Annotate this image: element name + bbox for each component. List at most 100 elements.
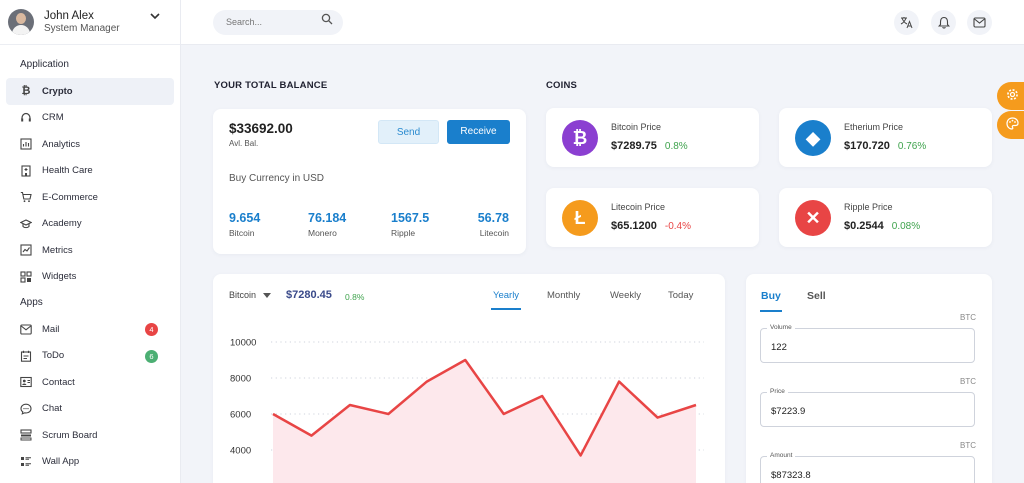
amount-field[interactable]: Amount $87323.8 [760,452,975,483]
coins-title: COINS [546,80,578,91]
section-title-application: Application [20,59,69,70]
coin-change: 0.8% [664,141,688,152]
balance-amount: $33692.00 [229,121,293,136]
hospital-icon [20,165,32,177]
coin-change: -0.4% [664,221,692,232]
price-chart-card: Bitcoin $7280.45 0.8% Yearly Monthly Wee… [213,274,725,483]
gear-icon [1006,88,1019,104]
currency-value: 56.78 [477,211,509,225]
price-label: Price [767,388,788,395]
contact-icon [20,376,32,388]
sidebar-item-analytics[interactable]: Analytics [6,131,174,158]
volume-label: Volume [767,324,795,331]
coin-card[interactable]: ◆ Etherium Price $170.720 0.76% [779,108,992,167]
sidebar-item-label: Scrum Board [42,429,98,441]
sidebar-item-mail[interactable]: Mail 4 [6,316,174,343]
sidebar-item-label: CRM [42,112,64,124]
coin-price-value: $7289.75 [611,140,657,152]
palette-icon [1005,117,1019,133]
profile-role: System Manager [44,23,120,34]
cart-icon [20,191,32,203]
sidebar-item-crypto[interactable]: ₿ Crypto [6,78,174,105]
send-button[interactable]: Send [378,120,439,144]
bell-icon[interactable] [931,10,956,35]
sidebar-item-label: Health Care [42,165,93,177]
sidebar-item-scrum-board[interactable]: Scrum Board [6,422,174,449]
balance-card: $33692.00 Avl. Bal. Send Receive Buy Cur… [213,109,526,254]
theme-fab[interactable] [997,111,1024,139]
sidebar-item-health-care[interactable]: Health Care [6,158,174,185]
sidebar-item-academy[interactable]: Academy [6,211,174,238]
coin-card[interactable]: ✕ Ripple Price $0.2544 0.08% [779,188,992,247]
search-placeholder: Search... [226,17,263,27]
settings-fab[interactable] [997,82,1024,110]
sidebar-item-e-commerce[interactable]: E-Commerce [6,184,174,211]
coin-name: Ripple Price [844,202,893,212]
ethereum-icon: ◆ [795,120,831,156]
y-tick-label: 10000 [230,338,256,349]
sidebar-item-contact[interactable]: Contact [6,369,174,396]
mail-icon[interactable] [967,10,992,35]
sidebar-item-wall-app[interactable]: Wall App [6,449,174,476]
sidebar-item-label: Wall App [42,456,80,468]
scrum-board-icon [20,429,32,441]
coin-price-value: $170.720 [844,140,890,152]
sidebar-item-crm[interactable]: CRM [6,105,174,132]
coin-change: 0.08% [891,221,921,232]
amount-label: Amount [767,452,796,459]
currency-stat: 76.184 Monero [308,211,346,238]
coin-change: 0.76% [897,141,927,152]
amount-unit: BTC [960,441,976,450]
currency-label: Bitcoin [229,228,255,238]
balance-title: YOUR TOTAL BALANCE [214,80,328,91]
tab-buy[interactable]: Buy [761,290,781,302]
chevron-down-icon[interactable] [150,12,160,23]
currency-label: Ripple [391,228,416,238]
currency-value: 76.184 [308,211,347,225]
sidebar-item-metrics[interactable]: Metrics [6,237,174,264]
avatar [8,9,34,35]
topbar: Search... [181,0,1024,45]
sidebar-item-todo[interactable]: ToDo 6 [6,343,174,370]
litecoin-icon: Ł [562,200,598,236]
widgets-icon [20,271,32,283]
balance-sub: Avl. Bal. [229,139,259,148]
volume-value: 122 [771,342,787,353]
sidebar-item-label: Metrics [42,244,73,256]
coin-card[interactable]: Ł Litecoin Price $65.1200 -0.4% [546,188,759,247]
coin-name: Etherium Price [844,122,904,132]
graduation-cap-icon [20,218,32,230]
count-badge: 4 [145,323,158,336]
y-tick-label: 6000 [230,410,251,421]
coin-name: Bitcoin Price [611,122,662,132]
sidebar-item-label: Analytics [42,138,81,150]
buy-currency-label: Buy Currency in USD [229,173,325,184]
search-icon[interactable] [321,10,333,35]
tab-sell[interactable]: Sell [807,290,826,302]
currency-value: 9.654 [229,211,261,225]
currency-stat: 56.78 Litecoin [478,211,509,238]
price-field[interactable]: Price $7223.9 [760,388,975,427]
sidebar-item-label: ToDo [42,350,65,362]
todo-icon [20,350,32,362]
search-input[interactable]: Search... [213,10,343,35]
sidebar-item-widgets[interactable]: Widgets [6,264,174,291]
sidebar-item-chat[interactable]: Chat [6,396,174,423]
price-value: $7223.9 [771,406,806,417]
receive-button[interactable]: Receive [447,120,510,144]
count-badge: 6 [145,349,158,363]
profile-header[interactable]: John Alex System Manager [0,0,180,45]
mail-icon [20,323,32,335]
headset-icon [20,112,32,124]
y-tick-label: 4000 [230,446,251,457]
series-area [273,360,696,483]
coin-card[interactable]: ₿ Bitcoin Price $7289.75 0.8% [546,108,759,167]
volume-unit: BTC [960,313,976,322]
chat-icon [20,403,32,415]
sidebar-item-label: Chat [42,403,63,415]
coin-price: $170.720 0.76% [844,140,926,152]
trade-tab-indicator [760,310,782,312]
sidebar-item-label: Academy [42,218,82,230]
volume-field[interactable]: Volume 122 [760,324,975,363]
translate-icon[interactable] [894,10,919,35]
